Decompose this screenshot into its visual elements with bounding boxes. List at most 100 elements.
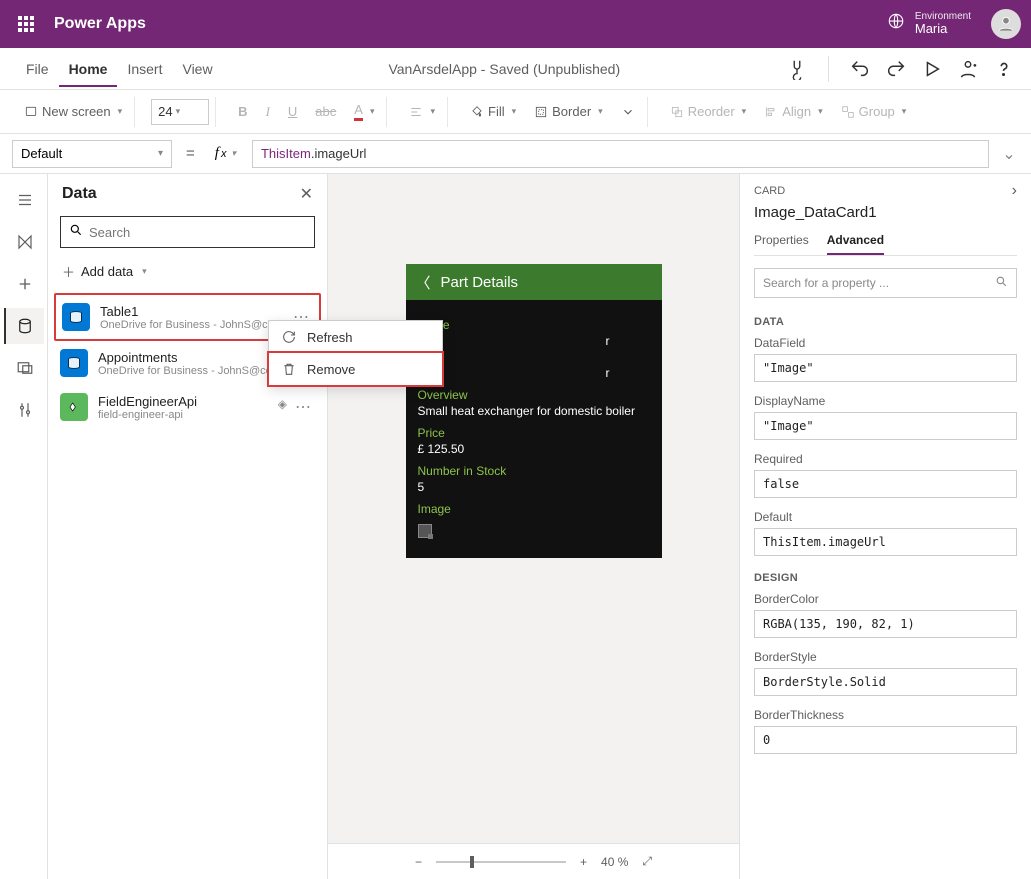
bold-button[interactable]: B	[232, 100, 253, 123]
font-size-input[interactable]: 24	[151, 99, 209, 125]
format-options-icon[interactable]	[615, 101, 641, 123]
api-icon	[60, 393, 88, 421]
datasource-more-icon[interactable]: ⋯	[291, 397, 315, 417]
back-icon[interactable]: 〈	[416, 272, 431, 293]
zoom-value: 40 %	[601, 855, 628, 869]
align-label: Align	[782, 104, 811, 119]
environment-label: Environment	[915, 11, 971, 22]
selected-card-name: Image_DataCard1	[754, 204, 1017, 221]
prop-displayname: DisplayName "Image"	[740, 390, 1031, 448]
context-refresh-label: Refresh	[307, 330, 353, 345]
property-select[interactable]: Default ▾	[12, 140, 172, 168]
share-icon[interactable]	[957, 58, 979, 80]
rail-insert[interactable]	[4, 224, 44, 260]
zoom-bar: − + 40 % ⤢	[328, 843, 739, 879]
app-preview: 〈 Part Details Name r r Overview Small h…	[406, 264, 662, 558]
undo-icon[interactable]	[849, 58, 871, 80]
field-label: Price	[418, 426, 650, 440]
zoom-in-button[interactable]: +	[576, 855, 591, 869]
formula-bar: Default ▾ = fx ThisItem.imageUrl ⌄	[0, 134, 1031, 174]
border-button[interactable]: Border	[528, 100, 609, 123]
menu-home[interactable]: Home	[59, 51, 118, 87]
datasource-item-fieldengineerapi[interactable]: FieldEngineerApi field-engineer-api ◈ ⋯	[54, 385, 321, 429]
zoom-slider[interactable]	[436, 861, 566, 863]
equals-label: =	[182, 145, 199, 162]
ribbon-toolbar: New screen 24 B I U abc A Fill Border Re…	[0, 90, 1031, 134]
chevron-right-icon[interactable]: ›	[1012, 182, 1017, 200]
align-button[interactable]: Align	[758, 100, 828, 123]
menu-file[interactable]: File	[16, 51, 59, 87]
prop-value-input[interactable]: "Image"	[754, 354, 1017, 382]
new-screen-button[interactable]: New screen	[18, 100, 128, 123]
prop-value-input[interactable]: "Image"	[754, 412, 1017, 440]
play-icon[interactable]	[921, 58, 943, 80]
group-button[interactable]: Group	[835, 100, 913, 123]
fill-button[interactable]: Fill	[464, 100, 522, 123]
prop-label: DisplayName	[754, 394, 1017, 408]
environment-icon	[887, 12, 905, 35]
add-data-button[interactable]: ＋ Add data	[48, 254, 327, 289]
group-label: Group	[859, 104, 895, 119]
field-value: Small heat exchanger for domestic boiler	[418, 404, 650, 418]
rail-advanced-tools[interactable]	[4, 392, 44, 428]
context-remove-label: Remove	[307, 362, 355, 377]
fx-button[interactable]: fx	[209, 145, 242, 162]
document-status: VanArsdelApp - Saved (Unpublished)	[223, 61, 786, 77]
prop-value-input[interactable]: ThisItem.imageUrl	[754, 528, 1017, 556]
rail-tree-view[interactable]	[4, 182, 44, 218]
app-title: Power Apps	[54, 15, 146, 33]
zoom-out-button[interactable]: −	[411, 855, 426, 869]
canvas: 〈 Part Details Name r r Overview Small h…	[328, 174, 739, 879]
field-label: Number in Stock	[418, 464, 650, 478]
rail-media[interactable]	[4, 350, 44, 386]
font-color-button[interactable]: A	[348, 98, 380, 125]
prop-value-input[interactable]: BorderStyle.Solid	[754, 668, 1017, 696]
datasource-name: FieldEngineerApi	[98, 394, 268, 409]
close-icon[interactable]: ✕	[300, 184, 313, 204]
redo-icon[interactable]	[885, 58, 907, 80]
user-avatar[interactable]	[991, 9, 1021, 39]
context-remove[interactable]: Remove	[267, 351, 444, 387]
tab-properties[interactable]: Properties	[754, 233, 809, 255]
add-data-label: Add data	[81, 264, 133, 279]
field-label: Name	[418, 318, 650, 332]
section-data: DATA	[740, 308, 1031, 332]
property-search[interactable]: Search for a property ...	[754, 268, 1017, 298]
rail-data[interactable]	[4, 308, 44, 344]
app-checker-icon[interactable]	[786, 58, 808, 80]
help-icon[interactable]	[993, 58, 1015, 80]
field-label: Image	[418, 502, 650, 516]
data-search-input[interactable]	[89, 225, 306, 240]
formula-expand-icon[interactable]: ⌄	[999, 144, 1019, 164]
prop-value-input[interactable]: false	[754, 470, 1017, 498]
plus-icon: ＋	[62, 262, 75, 281]
prop-label: DataField	[754, 336, 1017, 350]
italic-button[interactable]: I	[260, 100, 276, 124]
menu-view[interactable]: View	[172, 51, 222, 87]
rail-add[interactable]	[4, 266, 44, 302]
prop-bordercolor: BorderColor RGBA(135, 190, 82, 1)	[740, 588, 1031, 646]
environment-picker[interactable]: Environment Maria	[887, 11, 971, 36]
preview-header: 〈 Part Details	[406, 264, 662, 300]
menu-insert[interactable]: Insert	[117, 51, 172, 87]
fullscreen-icon[interactable]: ⤢	[638, 854, 656, 869]
prop-label: Required	[754, 452, 1017, 466]
prop-value-input[interactable]: RGBA(135, 190, 82, 1)	[754, 610, 1017, 638]
search-icon	[995, 275, 1008, 291]
formula-token-prop: imageUrl	[314, 146, 366, 161]
prop-value-input[interactable]: 0	[754, 726, 1017, 754]
canvas-area[interactable]: 〈 Part Details Name r r Overview Small h…	[328, 174, 739, 843]
tab-advanced[interactable]: Advanced	[827, 233, 884, 255]
formula-input[interactable]: ThisItem.imageUrl	[252, 140, 989, 168]
datasource-context-menu: Refresh Remove	[268, 320, 443, 386]
context-refresh[interactable]: Refresh	[269, 321, 442, 353]
align-text-button[interactable]	[403, 101, 441, 123]
data-search[interactable]	[60, 216, 315, 248]
underline-button[interactable]: U	[282, 100, 303, 123]
reorder-label: Reorder	[688, 104, 735, 119]
property-search-placeholder: Search for a property ...	[763, 276, 889, 290]
reorder-button[interactable]: Reorder	[664, 100, 753, 123]
app-launcher-icon[interactable]	[10, 8, 42, 40]
property-select-value: Default	[21, 146, 62, 161]
strikethrough-button[interactable]: abc	[309, 100, 342, 123]
